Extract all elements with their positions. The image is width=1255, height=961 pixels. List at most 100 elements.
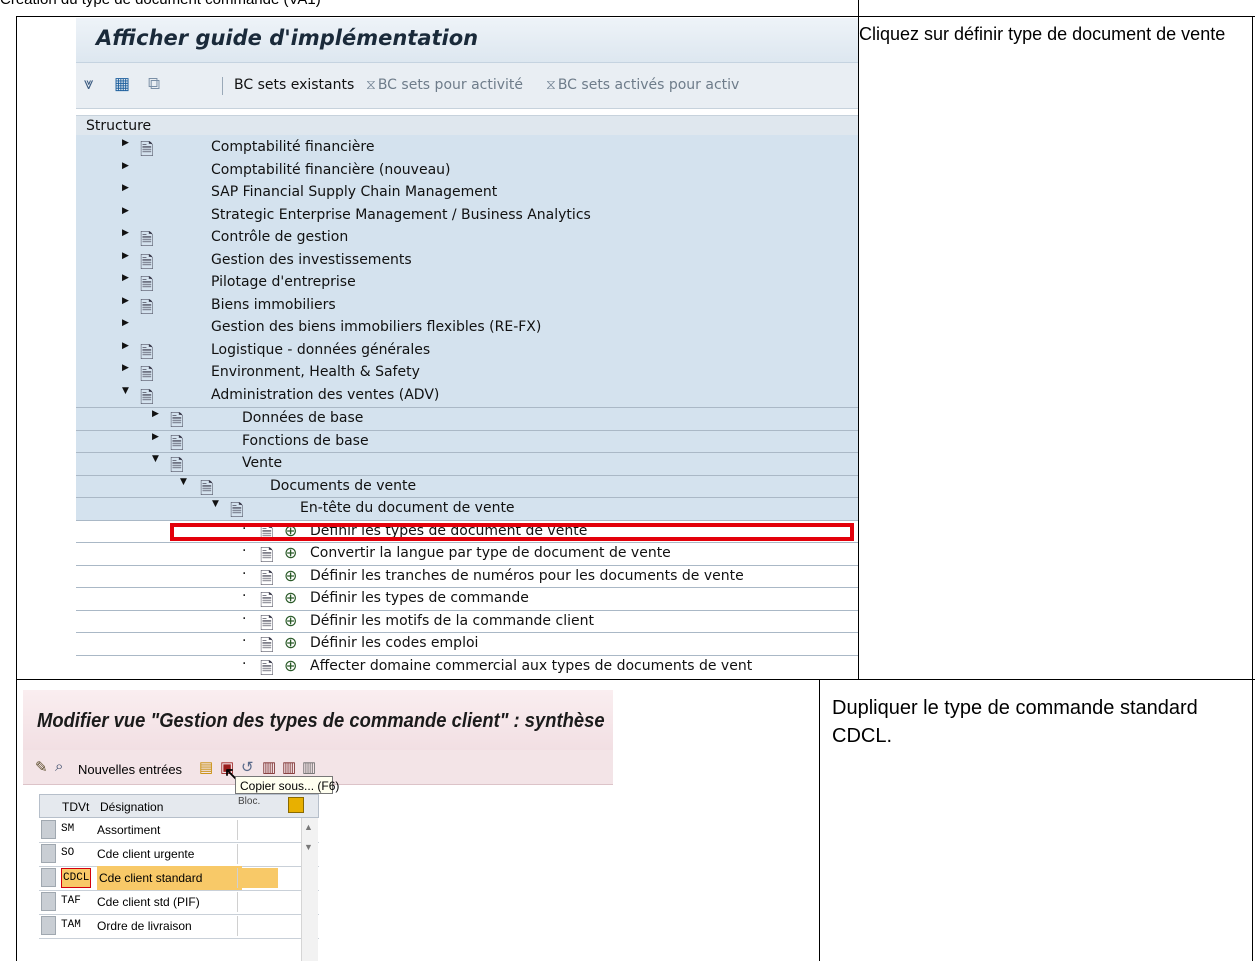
- table-row[interactable]: CDCL Cde client standard: [39, 866, 319, 891]
- tree-node[interactable]: ▶ 🗎 Comptabilité financière: [76, 137, 858, 160]
- undo-icon[interactable]: ↺: [241, 758, 254, 776]
- tree-node[interactable]: ▶ 🗎 Contrôle de gestion: [76, 227, 858, 250]
- select-all-icon[interactable]: ▥: [262, 758, 276, 776]
- tree-node[interactable]: ▶ SAP Financial Supply Chain Management: [76, 182, 858, 204]
- bloc-checkbox[interactable]: [237, 844, 278, 864]
- tree-activity-item[interactable]: · 🗎 ⊕ Définir les types de commande: [76, 587, 858, 611]
- expand-arrow-icon[interactable]: ▶: [152, 432, 159, 442]
- tree-label: Environment, Health & Safety: [211, 364, 420, 380]
- row-selector[interactable]: [41, 868, 56, 887]
- tree-node[interactable]: ▶ 🗎 Environment, Health & Safety: [76, 362, 858, 385]
- expand-arrow-icon[interactable]: ▶: [152, 409, 159, 419]
- copy-as-icon[interactable]: ▤: [199, 758, 213, 776]
- tree-node[interactable]: ▶ 🗎 Données de base: [76, 407, 858, 431]
- bloc-checkbox[interactable]: [237, 868, 278, 888]
- scroll-up-icon[interactable]: ▲: [304, 822, 313, 832]
- tree-activity-item[interactable]: · 🗎 ⊕ Convertir la langue par type de docum…: [76, 542, 858, 566]
- instruction-step1: Cliquez sur définir type de document de …: [859, 24, 1226, 44]
- table-row[interactable]: TAM Ordre de livraison: [39, 914, 319, 939]
- bc-sets-existing-button[interactable]: BC sets existants: [234, 77, 354, 93]
- doc-type-description[interactable]: Cde client urgente: [97, 847, 194, 861]
- expand-arrow-icon[interactable]: ▶: [122, 183, 129, 193]
- detail-icon[interactable]: ⌕: [55, 758, 63, 775]
- doc-type-description[interactable]: Cde client std (PIF): [97, 895, 200, 909]
- doc-type-code[interactable]: TAM: [61, 919, 81, 931]
- tree-node[interactable]: ▶ Comptabilité financière (nouveau): [76, 160, 858, 182]
- leaf-bullet-icon: ·: [242, 565, 247, 582]
- tree-node[interactable]: ▶ Strategic Enterprise Management / Busin…: [76, 205, 858, 227]
- expand-arrow-icon[interactable]: ▶: [122, 228, 129, 238]
- select-block-icon[interactable]: ▥: [282, 758, 296, 776]
- expand-arrow-icon[interactable]: ▶: [122, 206, 129, 216]
- tree-activity-item[interactable]: · 🗎 ⊕ Définir les codes emploi: [76, 632, 858, 656]
- bc-sets-activity-label: BC sets pour activité: [377, 77, 524, 93]
- tree-node[interactable]: ▶ 🗎 Gestion des investissements: [76, 250, 858, 273]
- table-settings-icon[interactable]: [288, 797, 304, 813]
- tree-node[interactable]: ▼ 🗎 Vente: [76, 452, 858, 476]
- tree-label: Définir les codes emploi: [310, 635, 479, 651]
- table-scrollbar[interactable]: ▲ ▼: [301, 818, 318, 961]
- bc-sets-activated-button[interactable]: ⧖ BC sets activés pour activ: [546, 77, 739, 93]
- layout-icon[interactable]: ⧉: [148, 74, 160, 94]
- row-selector[interactable]: [41, 892, 56, 911]
- new-entries-button[interactable]: Nouvelles entrées: [78, 762, 182, 777]
- tree-node[interactable]: ▼ 🗎 En-tête du document de vente: [76, 497, 858, 521]
- tree-label: Documents de vente: [270, 477, 417, 494]
- doc-type-description[interactable]: Cde client standard: [97, 866, 243, 890]
- tree-activity-item[interactable]: · 🗎 ⊕ Définir les tranches de numéros pour …: [76, 564, 858, 589]
- change-display-icon[interactable]: ✎: [35, 758, 48, 776]
- expand-arrow-icon[interactable]: ▶: [122, 138, 129, 148]
- tree-label: Biens immobiliers: [211, 296, 336, 313]
- bloc-checkbox[interactable]: [237, 916, 278, 936]
- doc-type-code[interactable]: CDCL: [61, 868, 92, 888]
- tree-activity-item[interactable]: · 🗎 ⊕ Affecter domaine commercial aux types…: [76, 654, 858, 679]
- table-row[interactable]: SM Assortiment: [39, 818, 319, 843]
- row-selector[interactable]: [41, 820, 56, 839]
- tree-node[interactable]: ▶ 🗎 Logistique - données générales: [76, 340, 858, 363]
- execute-clock-icon[interactable]: ⊕: [284, 633, 297, 652]
- expand-arrow-icon[interactable]: ▶: [122, 363, 129, 373]
- row-selector[interactable]: [41, 916, 56, 935]
- documentation-icon[interactable]: 🗎: [260, 656, 274, 679]
- bloc-checkbox[interactable]: [237, 820, 278, 840]
- execute-clock-icon[interactable]: ⊕: [284, 566, 297, 585]
- row-selector[interactable]: [41, 844, 56, 863]
- collapse-arrow-icon[interactable]: ▼: [212, 499, 219, 509]
- tree-node[interactable]: ▼ 🗎 Administration des ventes (ADV): [76, 385, 858, 408]
- collapse-arrow-icon[interactable]: ▼: [122, 386, 129, 396]
- execute-clock-icon[interactable]: ⊕: [284, 656, 297, 675]
- tree-label: Administration des ventes (ADV): [211, 386, 440, 403]
- execute-clock-icon[interactable]: ⊕: [284, 543, 297, 562]
- tree-activity-item[interactable]: · 🗎 ⊕ Définir les motifs de la commande cli…: [76, 609, 858, 634]
- expand-all-icon[interactable]: ⩔: [84, 74, 94, 94]
- doc-type-code[interactable]: SM: [61, 823, 74, 835]
- bloc-checkbox[interactable]: [237, 892, 278, 912]
- tree-node[interactable]: ▶ 🗎 Fonctions de base: [76, 429, 858, 454]
- deselect-all-icon[interactable]: ▥: [302, 758, 316, 776]
- doc-type-description[interactable]: Ordre de livraison: [97, 919, 192, 933]
- expand-arrow-icon[interactable]: ▶: [122, 318, 129, 328]
- save-icon[interactable]: ▦: [114, 74, 130, 94]
- tree-node[interactable]: ▶ 🗎 Biens immobiliers: [76, 295, 858, 318]
- bc-sets-activity-button[interactable]: ⧖ BC sets pour activité: [366, 77, 523, 93]
- tree-node[interactable]: ▶ 🗎 Pilotage d'entreprise: [76, 272, 858, 295]
- expand-arrow-icon[interactable]: ▶: [122, 341, 129, 351]
- table-row[interactable]: TAF Cde client std (PIF): [39, 890, 319, 915]
- doc-type-code[interactable]: SO: [61, 847, 74, 859]
- doc-type-code[interactable]: TAF: [61, 895, 81, 907]
- doc-type-description[interactable]: Assortiment: [97, 823, 160, 837]
- execute-clock-icon[interactable]: ⊕: [284, 611, 297, 630]
- expand-arrow-icon[interactable]: ▶: [122, 161, 129, 171]
- expand-arrow-icon[interactable]: ▶: [122, 273, 129, 283]
- execute-clock-icon[interactable]: ⊕: [284, 588, 297, 607]
- expand-arrow-icon[interactable]: ▶: [122, 296, 129, 306]
- scroll-down-icon[interactable]: ▼: [304, 842, 313, 852]
- img-toolbar: ⩔ ▦ ⧉ BC sets existants ⧖ BC sets pour ac…: [76, 63, 858, 109]
- toolbar-separator: [222, 77, 223, 95]
- expand-arrow-icon[interactable]: ▶: [122, 251, 129, 261]
- table-row[interactable]: SO Cde client urgente: [39, 842, 319, 867]
- collapse-arrow-icon[interactable]: ▼: [152, 454, 159, 464]
- tree-node[interactable]: ▶ Gestion des biens immobiliers flexibles…: [76, 317, 858, 339]
- tree-node[interactable]: ▼ 🗎 Documents de vente: [76, 474, 858, 499]
- collapse-arrow-icon[interactable]: ▼: [180, 477, 187, 487]
